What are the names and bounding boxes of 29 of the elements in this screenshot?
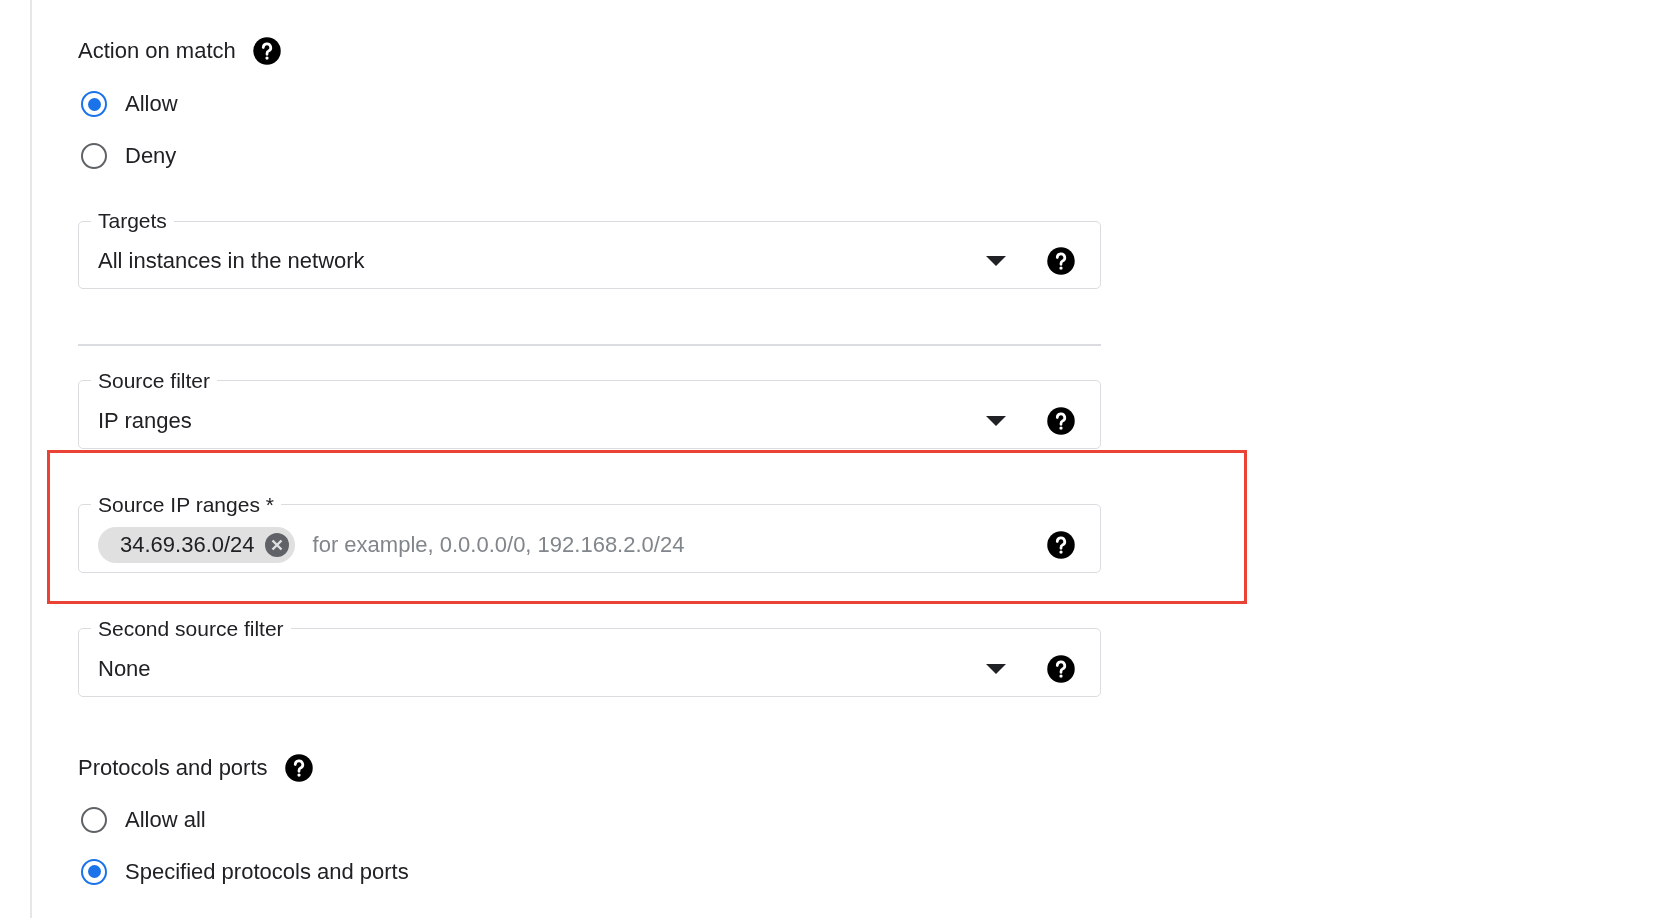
radio-button[interactable] [81, 806, 107, 833]
field-value: All instances in the network [98, 248, 366, 274]
caret-icon [986, 663, 1006, 674]
caret-icon [986, 256, 1006, 266]
chip-text: 34.69.36.0/24 [120, 531, 255, 558]
help-icon[interactable] [1046, 529, 1076, 560]
radio-button[interactable] [81, 858, 107, 885]
placeholder-text: for example, 0.0.0.0/0, 192.168.2.0/24 [312, 531, 686, 558]
help-icon[interactable] [251, 36, 282, 66]
field-label: Second source filter [97, 615, 285, 642]
field-value: None [98, 655, 152, 682]
help-icon[interactable] [283, 752, 314, 783]
section-title: Protocols and ports [78, 754, 268, 781]
radio-label: Deny [125, 143, 177, 169]
help-icon[interactable] [1046, 246, 1076, 276]
section-title: Action on match [78, 38, 236, 64]
radio-button[interactable] [81, 91, 107, 117]
field-label: Targets [97, 208, 168, 234]
remove-icon[interactable] [264, 532, 289, 557]
help-icon[interactable] [1046, 653, 1076, 684]
help-icon[interactable] [1046, 405, 1076, 436]
radio-button[interactable] [81, 143, 107, 169]
field-label: Source filter [97, 367, 212, 394]
radio-label: Allow all [125, 806, 206, 833]
radio-label: Allow [125, 91, 178, 117]
field-label: Source IP ranges * [97, 491, 275, 518]
radio-label: Specified protocols and ports [125, 858, 409, 885]
caret-icon [986, 415, 1006, 426]
field-value: IP ranges [98, 407, 193, 434]
